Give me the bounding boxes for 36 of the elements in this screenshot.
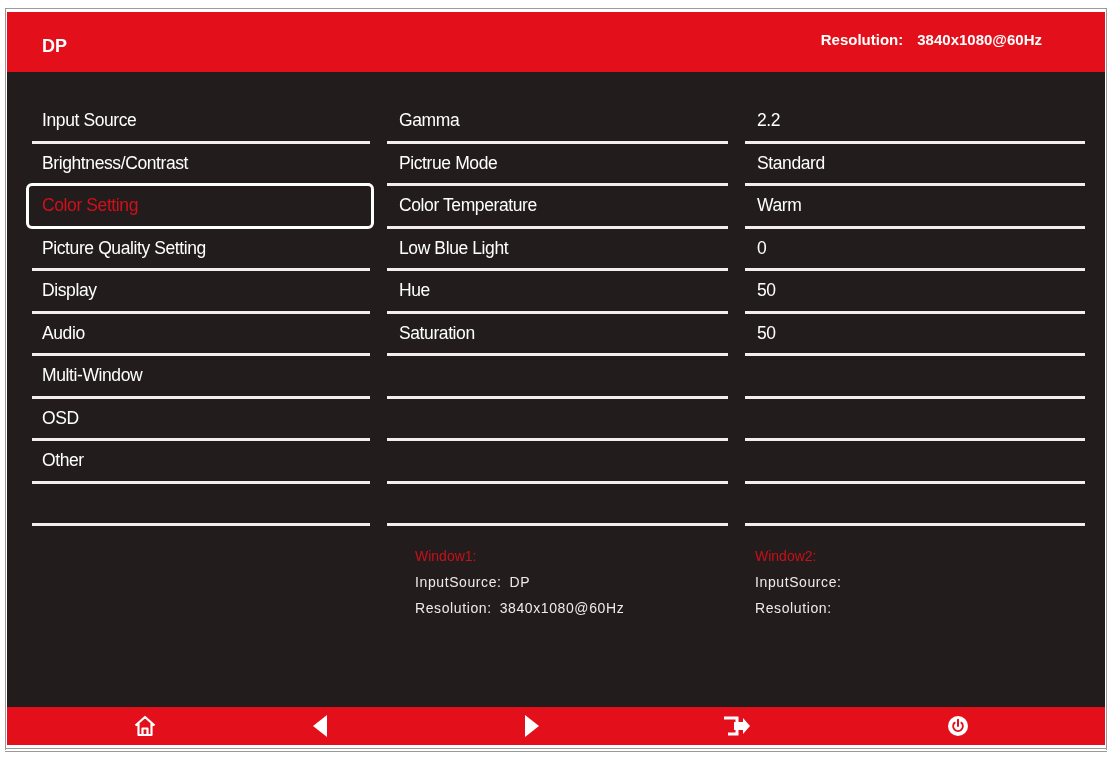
home-icon [134,715,156,737]
window-field-label: Resolution: [415,599,492,618]
left-triangle-icon [313,715,327,737]
setting-name: Low Blue Light [387,228,728,271]
menu-item[interactable]: Other [32,441,370,484]
window-field-value: DP [509,573,531,592]
setting-value: 50 [745,313,1085,356]
right-triangle-icon [525,715,539,737]
setting-name: Color Temperature [387,186,728,229]
menu-item[interactable]: OSD [32,398,370,441]
resolution-value: 3840x1080@60Hz [917,30,1042,48]
menu-item[interactable]: Brightness/Contrast [32,143,370,186]
menu-item[interactable]: Picture Quality Setting [32,228,370,271]
setting-value: Standard [745,143,1085,186]
exit-icon [724,716,750,736]
setting-name: Pictrue Mode [387,143,728,186]
setting-value: 2.2 [745,101,1085,144]
menu-item[interactable]: Multi-Window [32,356,370,399]
menu-item[interactable]: Display [32,271,370,314]
menu-item[interactable]: Audio [32,313,370,356]
setting-value: Warm [745,186,1085,229]
window-title: Window2: [755,547,817,566]
setting-name: Saturation [387,313,728,356]
window-field-label: Resolution: [755,599,832,618]
setting-name: Gamma [387,101,728,144]
window-title: Window1: [415,547,477,566]
menu-item[interactable]: Input Source [32,101,370,144]
input-source-title: DP [42,35,67,57]
setting-name: Hue [387,271,728,314]
resolution-label: Resolution: [820,30,904,48]
window-field-label: InputSource: [415,573,502,592]
setting-value: 0 [745,228,1085,271]
power-icon [948,716,968,736]
setting-value: 50 [745,271,1085,314]
window-field-value: 3840x1080@60Hz [499,599,625,618]
window-field-label: InputSource: [755,573,842,592]
